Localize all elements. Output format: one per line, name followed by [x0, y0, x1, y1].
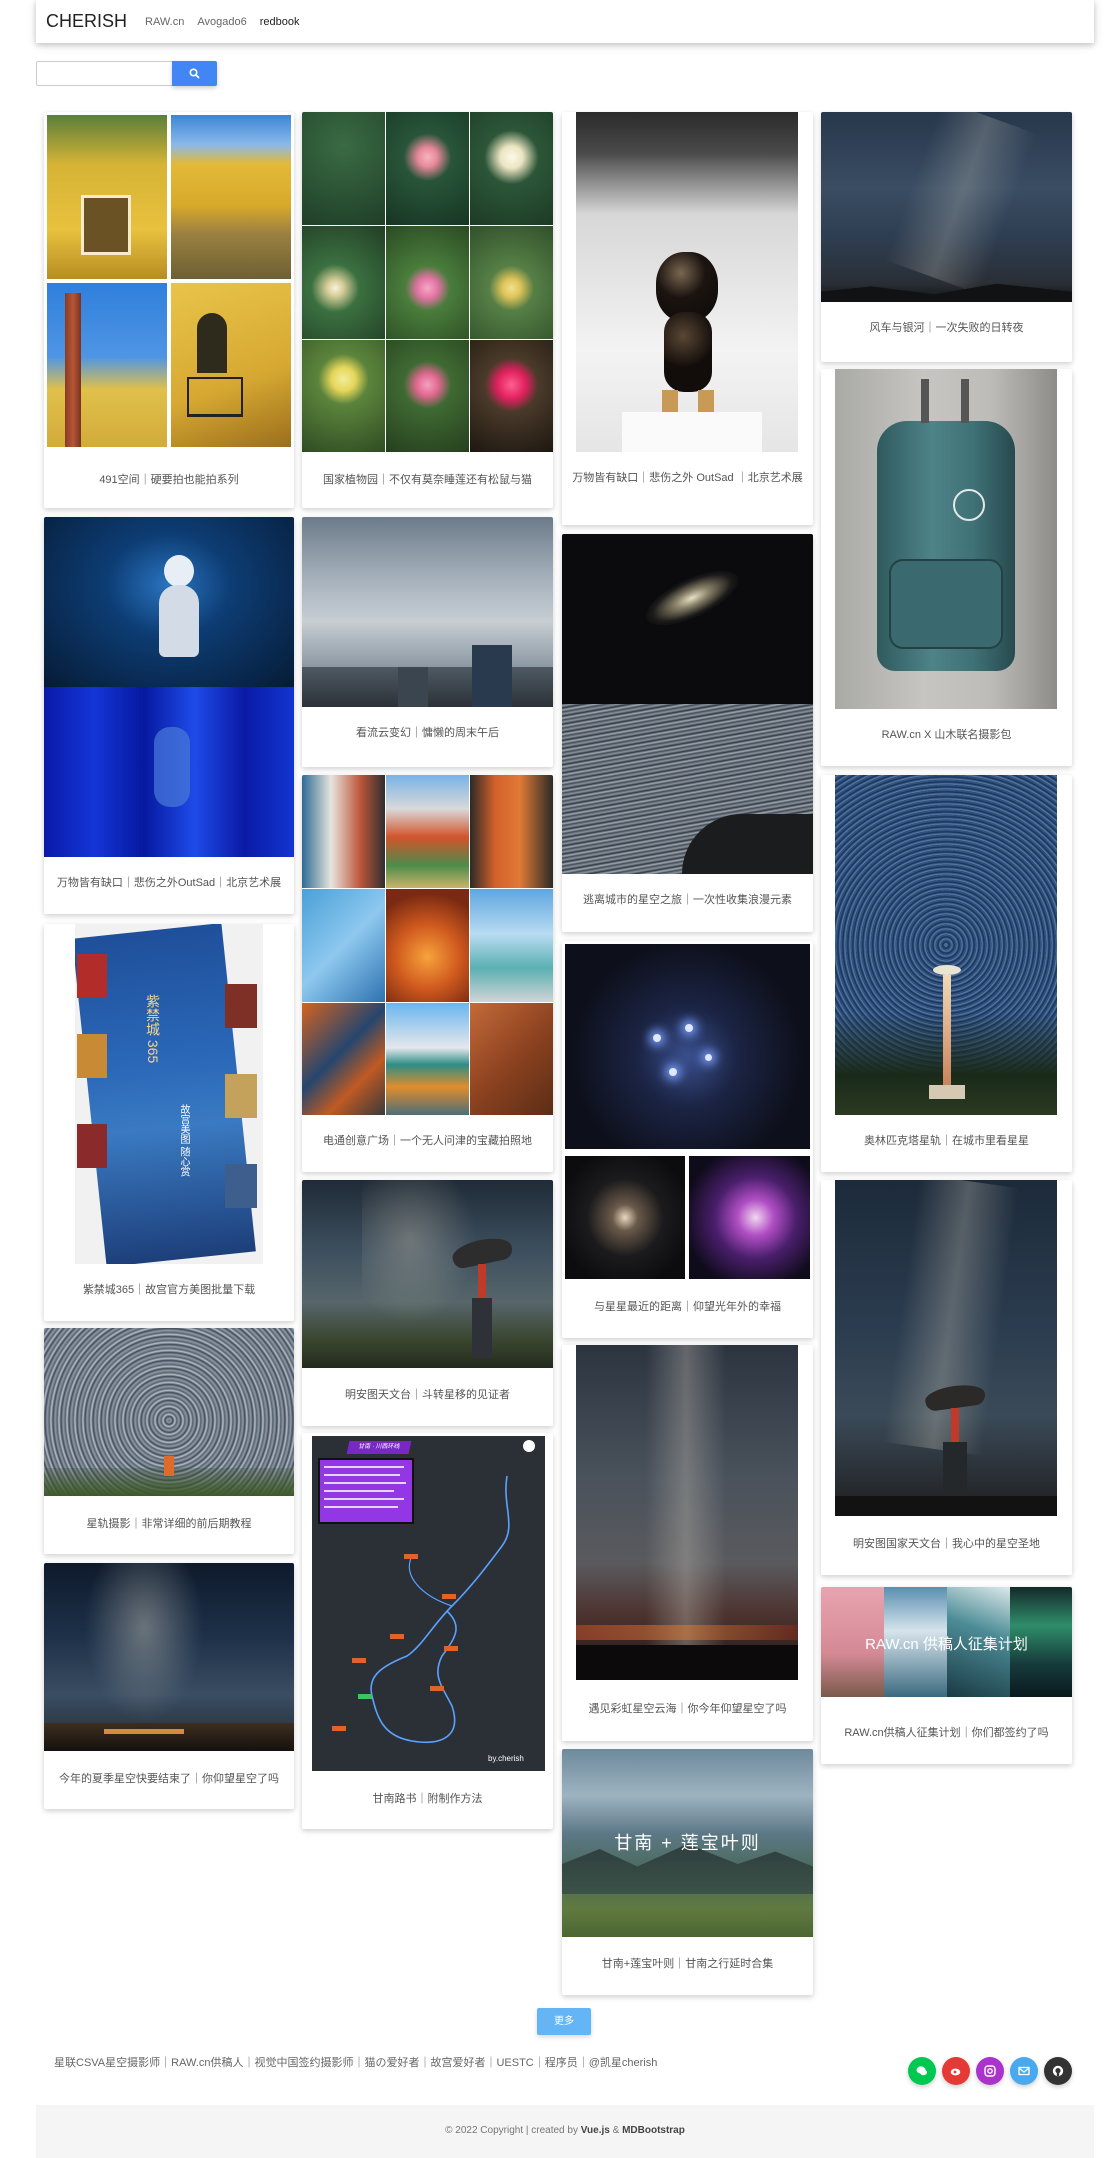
- post-image[interactable]: [44, 517, 294, 857]
- post-caption[interactable]: 甘南路书｜附制作方法: [310, 1791, 545, 1807]
- post-image[interactable]: [562, 534, 813, 874]
- copyright-prefix: © 2022 Copyright | created by: [445, 2125, 581, 2136]
- post-image[interactable]: 紫禁城 365 故宫美图 随心赏: [75, 924, 263, 1264]
- post-card[interactable]: 逃离城市的星空之旅｜一次性收集浪漫元素: [562, 534, 813, 932]
- copyright: © 2022 Copyright | created by Vue.js & M…: [36, 2125, 1094, 2136]
- post-card[interactable]: 明安图国家天文台｜我心中的星空圣地: [821, 1180, 1072, 1575]
- post-caption[interactable]: 风车与银河｜一次失败的日转夜: [829, 320, 1064, 336]
- post-caption[interactable]: 国家植物园｜不仅有莫奈睡莲还有松鼠与猫: [310, 472, 545, 488]
- post-caption[interactable]: 奥林匹克塔星轨｜在城市里看星星: [829, 1133, 1064, 1149]
- post-card[interactable]: RAW.cn X 山木联名摄影包: [821, 369, 1072, 766]
- post-image[interactable]: [47, 115, 291, 447]
- post-card[interactable]: 甘南 · 川西环线 by.cherish 甘南路书｜附制作方法: [302, 1433, 553, 1829]
- post-caption[interactable]: 今年的夏季星空快要结束了｜你仰望星空了吗: [52, 1771, 286, 1787]
- post-card[interactable]: RAW.cn 供稿人征集计划 RAW.cn供稿人征集计划｜你们都签约了吗: [821, 1587, 1072, 1764]
- post-caption[interactable]: 万物皆有缺口｜悲伤之外 OutSad ｜北京艺术展: [570, 470, 805, 486]
- weibo-button[interactable]: [942, 2057, 970, 2085]
- search-icon: [189, 68, 200, 79]
- post-card[interactable]: 国家植物园｜不仅有莫奈睡莲还有松鼠与猫: [302, 112, 553, 508]
- post-card[interactable]: 万物皆有缺口｜悲伤之外OutSad｜北京艺术展: [44, 517, 294, 914]
- instagram-icon: [984, 2065, 996, 2077]
- post-card[interactable]: 看流云变幻｜慵懒的周末午后: [302, 517, 553, 767]
- post-caption[interactable]: 逃离城市的星空之旅｜一次性收集浪漫元素: [570, 892, 805, 908]
- email-button[interactable]: [1010, 2057, 1038, 2085]
- github-button[interactable]: [1044, 2057, 1072, 2085]
- brand-logo[interactable]: CHERISH: [46, 11, 127, 32]
- post-caption[interactable]: 明安图国家天文台｜我心中的星空圣地: [829, 1536, 1064, 1552]
- post-caption[interactable]: 电通创意广场｜一个无人问津的宝藏拍照地: [310, 1133, 545, 1149]
- author-tags: 星联CSVA星空摄影师｜RAW.cn供稿人｜视觉中国签约摄影师｜猫の爱好者｜故宫…: [54, 2057, 658, 2069]
- post-image[interactable]: [302, 775, 553, 1115]
- post-image[interactable]: [302, 112, 553, 452]
- post-card[interactable]: 电通创意广场｜一个无人问津的宝藏拍照地: [302, 775, 553, 1172]
- nav-link-avogado6[interactable]: Avogado6: [197, 16, 246, 28]
- email-icon: [1018, 2066, 1030, 2076]
- copyright-amp: &: [609, 2125, 623, 2136]
- post-card[interactable]: 风车与银河｜一次失败的日转夜: [821, 112, 1072, 362]
- post-card[interactable]: 491空间｜硬要拍也能拍系列: [44, 112, 294, 508]
- search-input[interactable]: [36, 61, 173, 86]
- wechat-icon: [916, 2066, 927, 2076]
- post-caption[interactable]: 紫禁城365｜故宫官方美图批量下载: [52, 1282, 286, 1298]
- post-caption[interactable]: 明安图天文台｜斗转星移的见证者: [310, 1387, 545, 1403]
- post-caption[interactable]: 遇见彩虹星空云海｜你今年仰望星空了吗: [570, 1701, 805, 1717]
- wechat-button[interactable]: [908, 2057, 936, 2085]
- palace-subtitle: 故宫美图 随心赏: [178, 1104, 189, 1177]
- post-card[interactable]: 甘南 + 莲宝叶则 甘南+莲宝叶则｜甘南之行延时合集: [562, 1749, 813, 1995]
- post-card[interactable]: 遇见彩虹星空云海｜你今年仰望星空了吗: [562, 1345, 813, 1741]
- more-button[interactable]: 更多: [537, 2008, 591, 2035]
- nav-link-raw[interactable]: RAW.cn: [145, 16, 184, 28]
- weibo-icon: [950, 2068, 961, 2076]
- post-card[interactable]: 与星星最近的距离｜仰望光年外的幸福: [562, 941, 813, 1338]
- search-button[interactable]: [172, 61, 217, 86]
- navbar: CHERISH RAW.cn Avogado6 redbook: [36, 0, 1094, 43]
- map-signature: by.cherish: [488, 1754, 524, 1763]
- post-card[interactable]: 星轨摄影｜非常详细的前后期教程: [44, 1328, 294, 1554]
- github-icon: [1052, 2065, 1064, 2077]
- post-image[interactable]: RAW.cn 供稿人征集计划: [821, 1587, 1072, 1697]
- post-image[interactable]: 甘南 · 川西环线 by.cherish: [312, 1436, 545, 1771]
- post-caption[interactable]: 491空间｜硬要拍也能拍系列: [52, 472, 286, 488]
- post-caption[interactable]: 甘南+莲宝叶则｜甘南之行延时合集: [570, 1956, 805, 1972]
- post-image[interactable]: [565, 944, 810, 1279]
- nav-link-redbook[interactable]: redbook: [260, 16, 300, 28]
- gannan-banner: 甘南 + 莲宝叶则: [614, 1833, 761, 1853]
- post-card[interactable]: 今年的夏季星空快要结束了｜你仰望星空了吗: [44, 1563, 294, 1809]
- mdb-link[interactable]: MDBootstrap: [622, 2125, 685, 2136]
- vue-link[interactable]: Vue.js: [581, 2125, 610, 2136]
- post-caption[interactable]: 万物皆有缺口｜悲伤之外OutSad｜北京艺术展: [52, 875, 286, 891]
- post-card[interactable]: 奥林匹克塔星轨｜在城市里看星星: [821, 775, 1072, 1172]
- post-card[interactable]: 紫禁城 365 故宫美图 随心赏 紫禁城365｜故宫官方美图批量下载: [44, 924, 294, 1321]
- palace-title: 紫禁城 365: [145, 994, 161, 1064]
- instagram-button[interactable]: [976, 2057, 1004, 2085]
- post-card[interactable]: 万物皆有缺口｜悲伤之外 OutSad ｜北京艺术展: [562, 112, 813, 525]
- post-caption[interactable]: RAW.cn X 山木联名摄影包: [829, 727, 1064, 743]
- post-caption[interactable]: 星轨摄影｜非常详细的前后期教程: [52, 1516, 286, 1532]
- post-card[interactable]: 明安图天文台｜斗转星移的见证者: [302, 1180, 553, 1426]
- post-caption[interactable]: 看流云变幻｜慵懒的周末午后: [310, 725, 545, 741]
- post-caption[interactable]: 与星星最近的距离｜仰望光年外的幸福: [570, 1299, 805, 1315]
- raw-banner: RAW.cn 供稿人征集计划: [865, 1636, 1028, 1653]
- footer: © 2022 Copyright | created by Vue.js & M…: [36, 2105, 1094, 2158]
- post-caption[interactable]: RAW.cn供稿人征集计划｜你们都签约了吗: [829, 1725, 1064, 1741]
